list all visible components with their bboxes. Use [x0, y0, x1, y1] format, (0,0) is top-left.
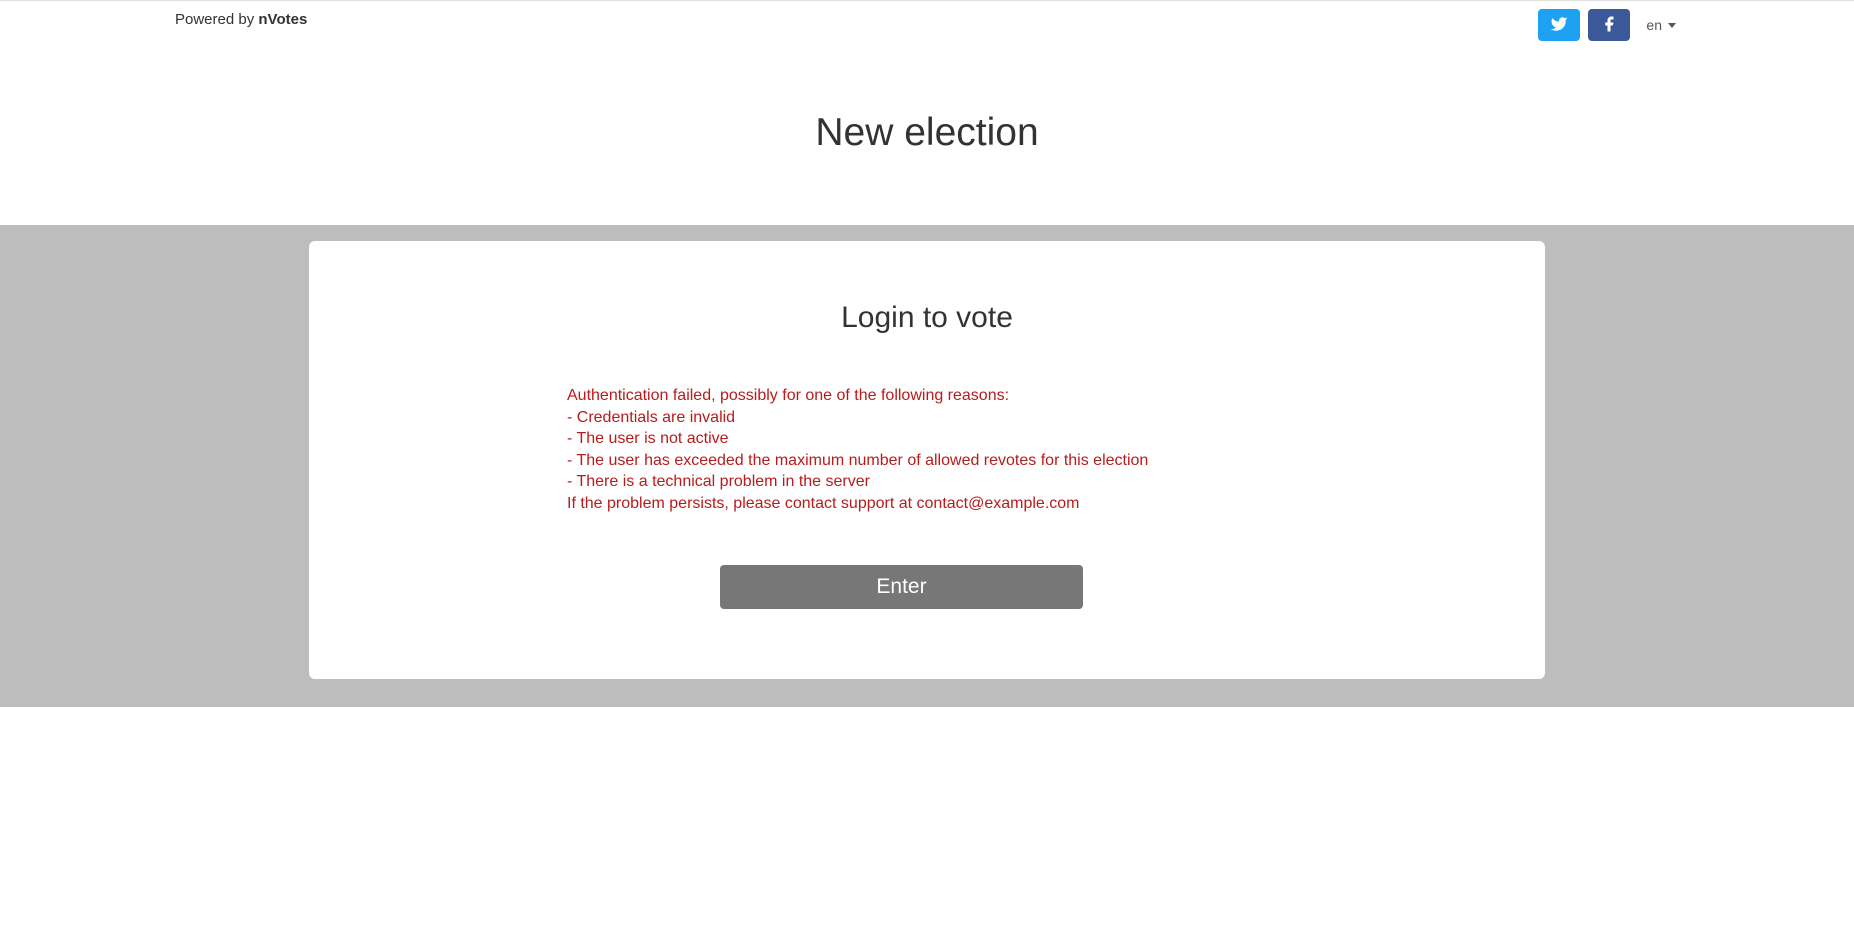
top-bar: Powered by nVotes en — [0, 0, 1854, 41]
error-reason-1: - Credentials are invalid — [567, 407, 1287, 429]
page-title: New election — [0, 111, 1854, 155]
error-intro: Authentication failed, possibly for one … — [567, 385, 1287, 407]
error-outro: If the problem persists, please contact … — [567, 493, 1287, 515]
card-title: Login to vote — [309, 301, 1545, 335]
twitter-icon — [1550, 15, 1568, 36]
powered-prefix: Powered by — [175, 11, 258, 28]
login-card: Login to vote Authentication failed, pos… — [309, 241, 1545, 679]
content-band: Login to vote Authentication failed, pos… — [0, 225, 1854, 707]
facebook-icon — [1600, 15, 1618, 36]
error-message: Authentication failed, possibly for one … — [547, 385, 1307, 515]
powered-by-text: Powered by nVotes — [0, 9, 307, 28]
chevron-down-icon — [1668, 23, 1676, 28]
twitter-share-button[interactable] — [1538, 9, 1580, 41]
error-reason-3: - The user has exceeded the maximum numb… — [567, 450, 1287, 472]
brand-name: nVotes — [258, 11, 307, 28]
top-right-controls: en — [1538, 9, 1854, 41]
facebook-share-button[interactable] — [1588, 9, 1630, 41]
enter-button[interactable]: Enter — [720, 565, 1083, 609]
error-reason-2: - The user is not active — [567, 428, 1287, 450]
error-reason-4: - There is a technical problem in the se… — [567, 471, 1287, 493]
language-selector[interactable]: en — [1638, 13, 1684, 37]
language-label: en — [1646, 17, 1662, 33]
